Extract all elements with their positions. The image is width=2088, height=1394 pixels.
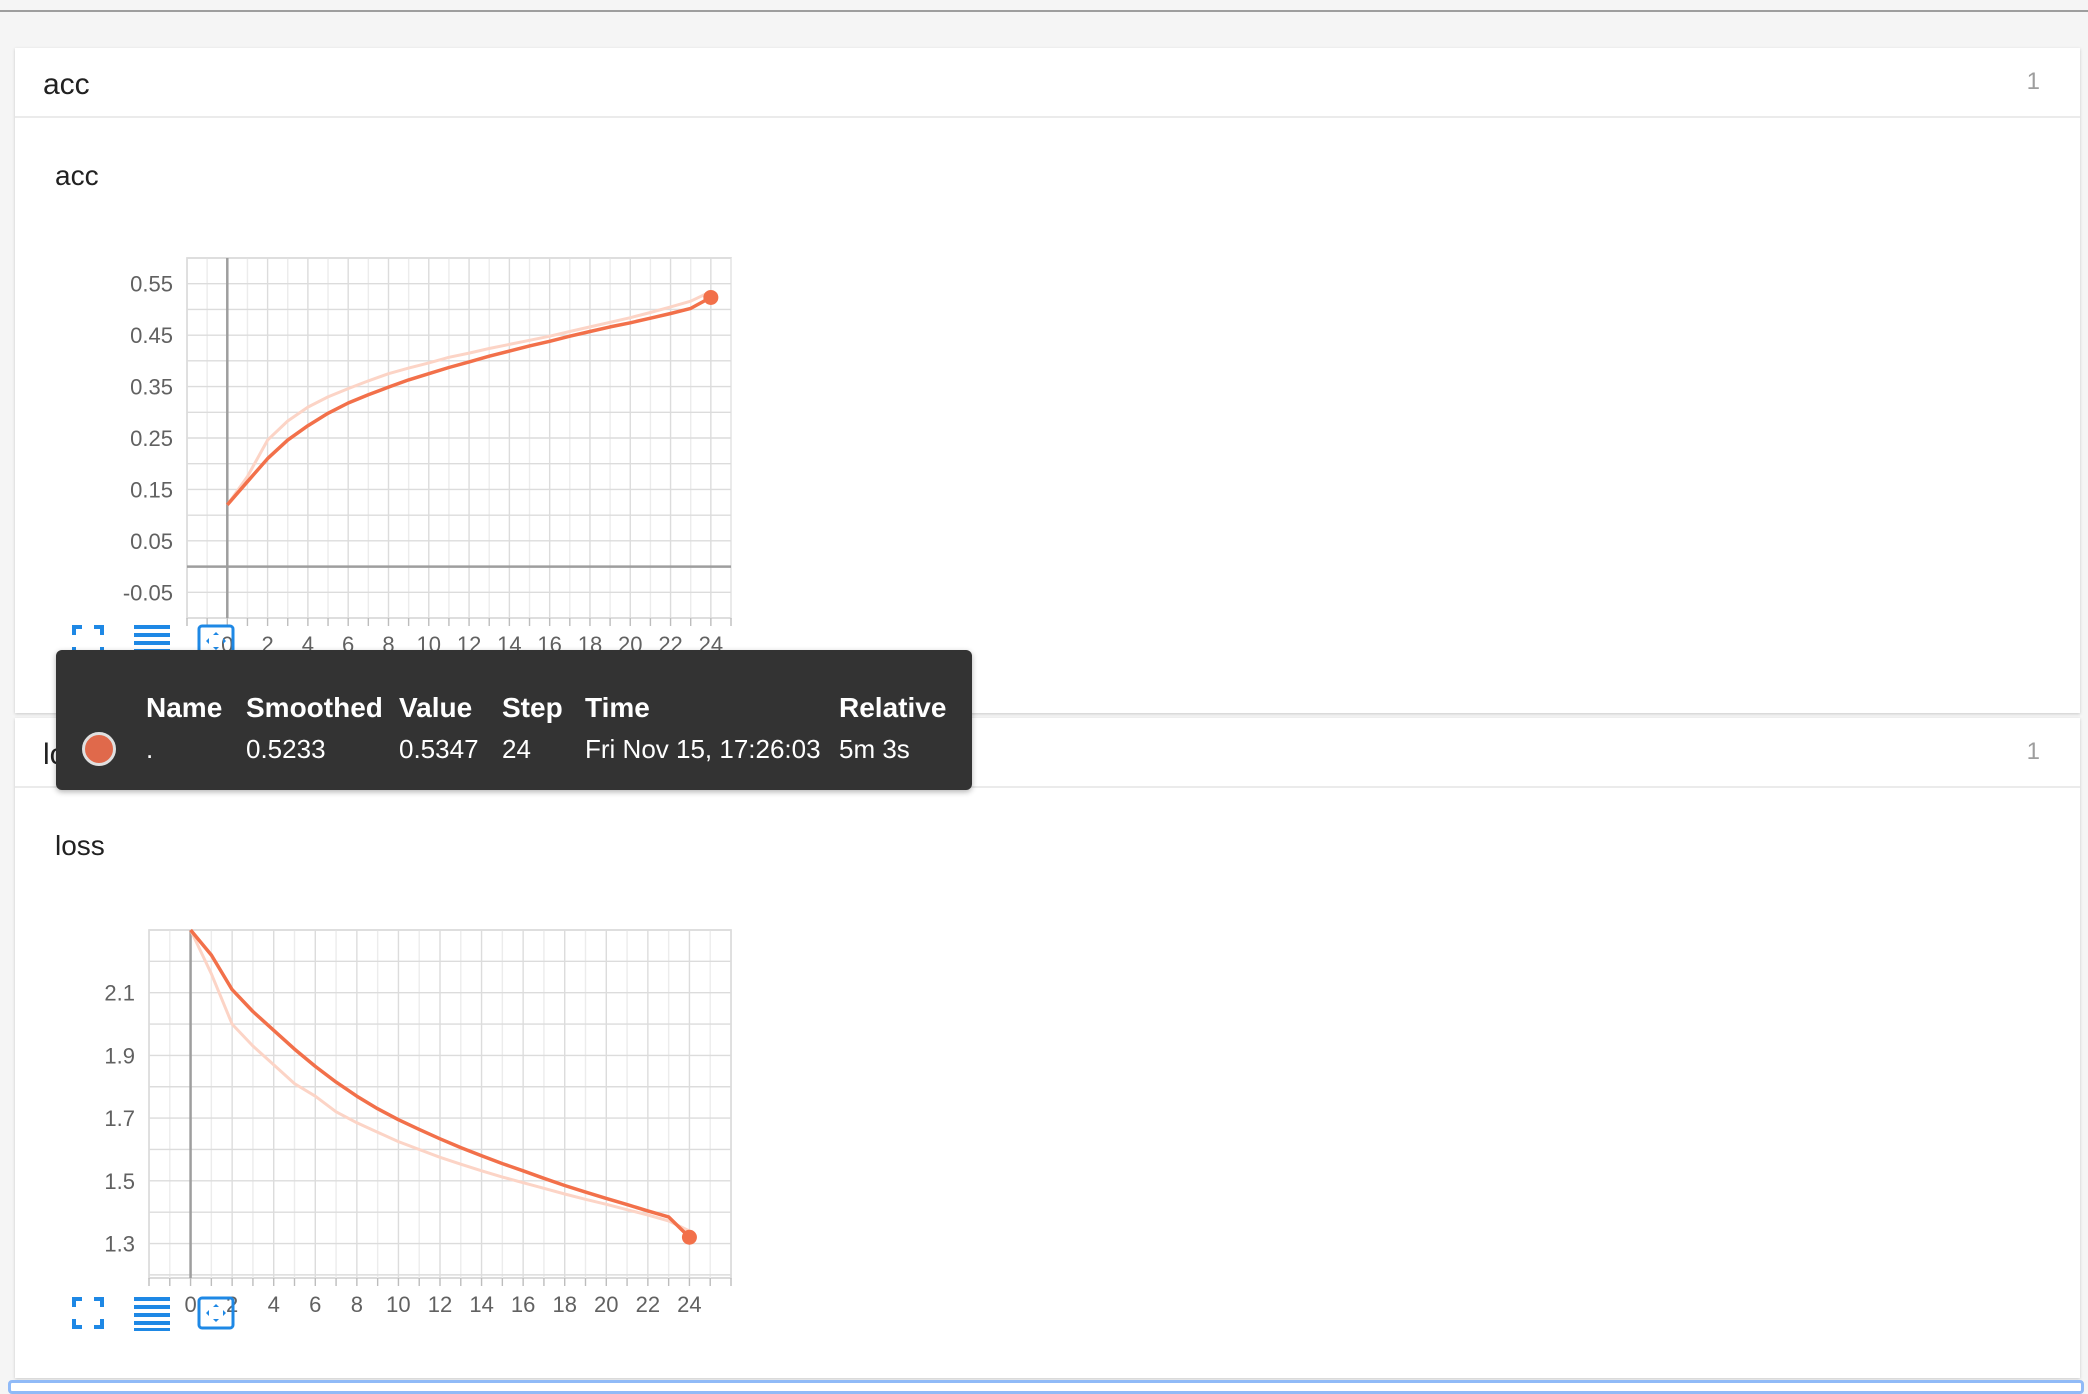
y-tick-label: 2.1 [104, 981, 135, 1006]
toggle-log-scale-button[interactable] [132, 1293, 172, 1333]
x-tick-label: 24 [677, 1292, 701, 1317]
y-tick-label: 0.35 [130, 375, 173, 400]
card-title: acc [43, 68, 90, 101]
tooltip-cell-smoothed: 0.5233 [246, 734, 326, 764]
tooltip-header-relative: Relative [839, 692, 947, 723]
tooltip-cell-value: 0.5347 [399, 734, 479, 764]
x-tick-label: 4 [268, 1292, 280, 1317]
top-divider [0, 10, 2088, 12]
y-tick-label: 1.7 [104, 1106, 135, 1131]
y-tick-label: 0.25 [130, 426, 173, 451]
x-tick-label: 22 [636, 1292, 660, 1317]
y-tick-label: 0.05 [130, 529, 173, 554]
y-tick-label: 0.15 [130, 477, 173, 502]
acc-chart[interactable]: 0 2 4 6 8 10 12 14 16 18 20 22 24-0.050.050.150.250.… [15, 198, 735, 668]
x-tick-label: 6 [309, 1292, 321, 1317]
y-tick-label: 1.5 [104, 1169, 135, 1194]
hover-point [681, 1229, 697, 1245]
y-tick-label: 0.45 [130, 323, 173, 348]
card-count: 1 [2026, 738, 2040, 765]
loss-chart[interactable]: 0 2 4 6 8 10 12 14 16 18 20 22 241.31.51.71.92.1 [15, 868, 735, 1328]
tooltip-header-smoothed: Smoothed [246, 692, 383, 723]
acc-card-header[interactable]: acc 1 [15, 48, 2080, 118]
fit-domain-icon [72, 1297, 104, 1329]
x-tick-label: 8 [351, 1292, 363, 1317]
chart-title: acc [55, 160, 99, 191]
tooltip-cell-time: Fri Nov 15, 17:26:03 [585, 734, 821, 764]
card-count: 1 [2026, 68, 2040, 95]
x-tick-label: 18 [552, 1292, 576, 1317]
tooltip-cell-name: . [146, 734, 154, 764]
x-tick-label: 0 [184, 1292, 196, 1317]
fit-domain-button[interactable] [68, 1293, 108, 1333]
loss-card: loss 1 loss 0246810121416182022241.31.51… [15, 718, 2080, 1378]
tooltip-cell-relative: 5m 3s [839, 734, 910, 764]
tooltip-cell-step: 24 [502, 734, 531, 764]
x-tick-label: 16 [511, 1292, 535, 1317]
tooltip-header-name: Name [146, 692, 223, 723]
x-tick-label: 14 [469, 1292, 493, 1317]
x-tick-label: 20 [594, 1292, 618, 1317]
x-tick-label: 10 [386, 1292, 410, 1317]
chart-title: loss [55, 830, 105, 861]
x-tick-label: 12 [428, 1292, 452, 1317]
expand-chart-icon [197, 1296, 235, 1330]
acc-card: acc 1 acc 0 2 4 6 8 10 12 14 16 18 20 22 24 -0.05 0.05… [15, 48, 2080, 713]
expand-chart-button[interactable] [196, 1293, 236, 1333]
tooltip-header-time: Time [585, 692, 650, 723]
tooltip-header-value: Value [399, 692, 473, 723]
y-tick-label: 1.3 [104, 1232, 135, 1257]
hover-point [703, 289, 719, 305]
y-tick-label: 0.55 [130, 272, 173, 297]
tooltip-header-step: Step [502, 692, 563, 723]
y-tick-label: 1.9 [104, 1043, 135, 1068]
hover-tooltip: Name Smoothed Value Step Time Relative .… [56, 650, 972, 790]
y-tick-label: -0.05 [123, 580, 173, 605]
series-color-swatch [82, 732, 116, 766]
toggle-log-scale-icon [134, 1297, 170, 1331]
